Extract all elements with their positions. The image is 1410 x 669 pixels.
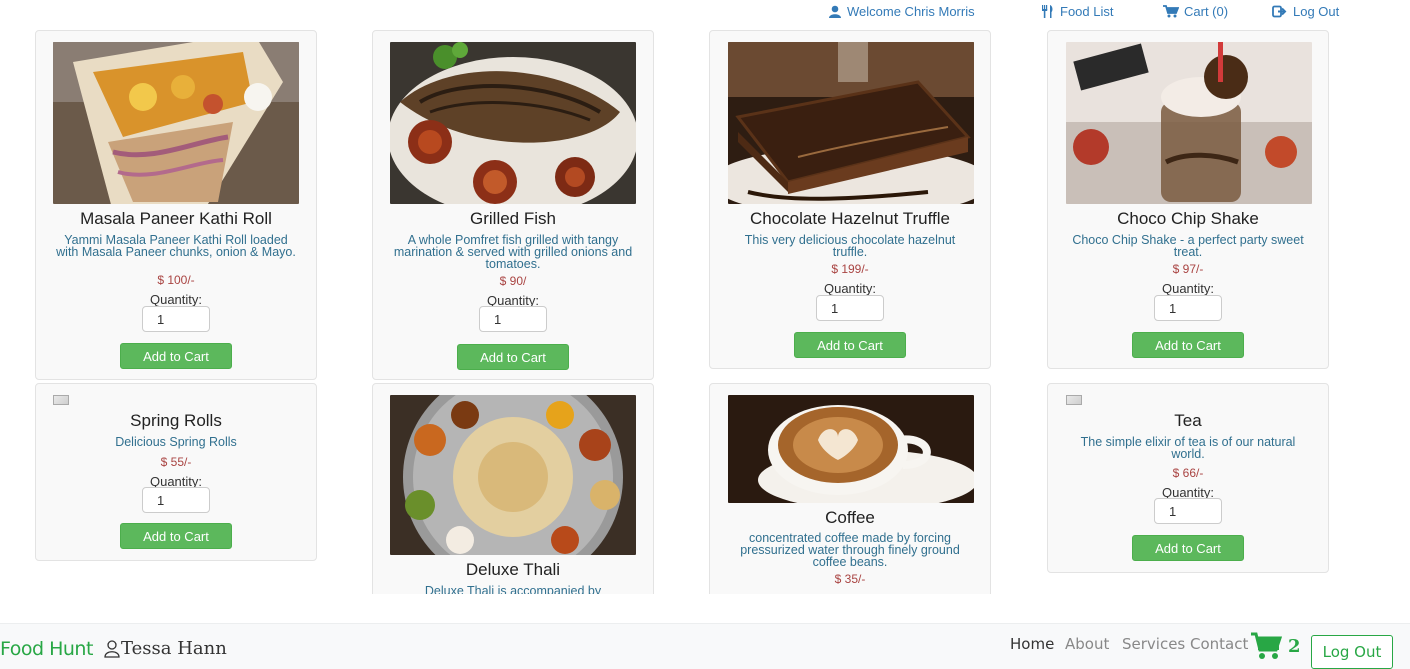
logout-button[interactable]: Log Out (1311, 635, 1393, 669)
product-price: $ 97/- (1172, 262, 1204, 276)
shopping-cart-icon (1251, 632, 1282, 659)
food-list-link[interactable]: Food List (1041, 4, 1113, 19)
logout-link[interactable]: Log Out (1272, 4, 1339, 19)
add-to-cart-button[interactable]: Add to Cart (1132, 535, 1244, 561)
cart-count-badge: 2 (1288, 635, 1301, 657)
product-name: Masala Paneer Kathi Roll (80, 209, 272, 228)
product-card: Spring Rolls Delicious Spring Rolls $ 55… (35, 383, 317, 561)
user-icon (829, 5, 841, 18)
add-to-cart-button[interactable]: Add to Cart (120, 523, 232, 549)
product-grid: Masala Paneer Kathi Roll Yammi Masala Pa… (0, 26, 1410, 594)
grilled-fish-photo (390, 42, 636, 204)
quantity-input[interactable] (1154, 295, 1222, 321)
thali-photo (390, 395, 636, 555)
quantity-label: Quantity: (149, 292, 203, 307)
quantity-input[interactable] (479, 306, 547, 332)
user-display: Tessa Hann (104, 638, 227, 659)
logout-text: Log Out (1293, 4, 1340, 19)
add-to-cart-button[interactable]: Add to Cart (1132, 332, 1244, 358)
product-name: Choco Chip Shake (1117, 209, 1259, 228)
product-description: Choco Chip Shake - a perfect party sweet… (1072, 233, 1304, 259)
coffee-photo (728, 395, 974, 503)
nav-home[interactable]: Home (1010, 635, 1054, 653)
bottom-navbar: Food Hunt Tessa Hann Home About Services… (0, 623, 1410, 669)
top-nav: Welcome Chris Morris Food List Cart (0) … (0, 4, 1410, 24)
product-name: Spring Rolls (130, 411, 222, 430)
welcome-link[interactable]: Welcome Chris Morris (828, 4, 975, 19)
product-description: This very delicious chocolate hazelnut t… (744, 233, 956, 259)
broken-image-icon (53, 395, 69, 405)
product-price: $ 35/- (834, 572, 866, 586)
nav-about[interactable]: About (1065, 635, 1109, 653)
kathi-roll-photo (53, 42, 299, 204)
quantity-input[interactable] (1154, 498, 1222, 524)
product-description: The simple elixir of tea is of our natur… (1080, 435, 1296, 461)
logout-icon (1272, 5, 1287, 18)
product-name: Chocolate Hazelnut Truffle (749, 209, 951, 228)
choco-shake-photo (1066, 42, 1312, 204)
user-name: Tessa Hann (121, 638, 227, 659)
product-price: $ 55/- (160, 455, 192, 469)
welcome-text: Welcome Chris Morris (847, 4, 975, 19)
quantity-input[interactable] (142, 306, 210, 332)
product-card: Chocolate Hazelnut Truffle This very del… (709, 30, 991, 369)
nav-services[interactable]: Services (1122, 635, 1185, 653)
food-list-text: Food List (1060, 4, 1114, 19)
quantity-label: Quantity: (823, 281, 877, 296)
product-name: Tea (1174, 411, 1202, 430)
product-card: Masala Paneer Kathi Roll Yammi Masala Pa… (35, 30, 317, 380)
chocolate-cake-photo (728, 42, 974, 204)
product-price: $ 199/- (831, 262, 869, 276)
product-description: concentrated coffee made by forcing pres… (740, 531, 960, 569)
user-outline-icon (104, 639, 120, 658)
add-to-cart-button[interactable]: Add to Cart (457, 344, 569, 370)
cart-button[interactable]: 2 (1250, 632, 1301, 660)
cart-link[interactable]: Cart (0) (1163, 4, 1228, 19)
product-description: Deluxe Thali is accompanied by (424, 584, 602, 594)
product-price: $ 90/ (499, 274, 527, 288)
quantity-label: Quantity: (1161, 281, 1215, 296)
product-name: Deluxe Thali (465, 560, 561, 579)
brand-logo[interactable]: Food Hunt (0, 638, 93, 660)
product-name: Grilled Fish (470, 209, 556, 228)
product-price: $ 66/- (1172, 466, 1204, 480)
quantity-input[interactable] (816, 295, 884, 321)
add-to-cart-button[interactable]: Add to Cart (120, 343, 232, 369)
page: Welcome Chris Morris Food List Cart (0) … (0, 0, 1410, 669)
product-card: Choco Chip Shake Choco Chip Shake - a pe… (1047, 30, 1329, 369)
product-card: Grilled Fish A whole Pomfret fish grille… (372, 30, 654, 380)
product-description: Delicious Spring Rolls (115, 435, 237, 449)
product-card: Coffee concentrated coffee made by forci… (709, 383, 991, 594)
nav-contact[interactable]: Contact (1190, 635, 1248, 653)
quantity-input[interactable] (142, 487, 210, 513)
product-name: Coffee (825, 508, 875, 527)
cart-text: Cart (0) (1184, 4, 1229, 19)
cutlery-icon (1042, 5, 1053, 18)
product-card: Deluxe Thali Deluxe Thali is accompanied… (372, 383, 654, 594)
product-price: $ 100/- (157, 273, 195, 287)
shopping-cart-icon (1163, 5, 1179, 18)
add-to-cart-button[interactable]: Add to Cart (794, 332, 906, 358)
product-card: Tea The simple elixir of tea is of our n… (1047, 383, 1329, 573)
broken-image-icon (1066, 395, 1082, 405)
product-description: A whole Pomfret fish grilled with tangy … (393, 233, 633, 271)
product-description: Yammi Masala Paneer Kathi Roll loaded wi… (56, 233, 296, 259)
